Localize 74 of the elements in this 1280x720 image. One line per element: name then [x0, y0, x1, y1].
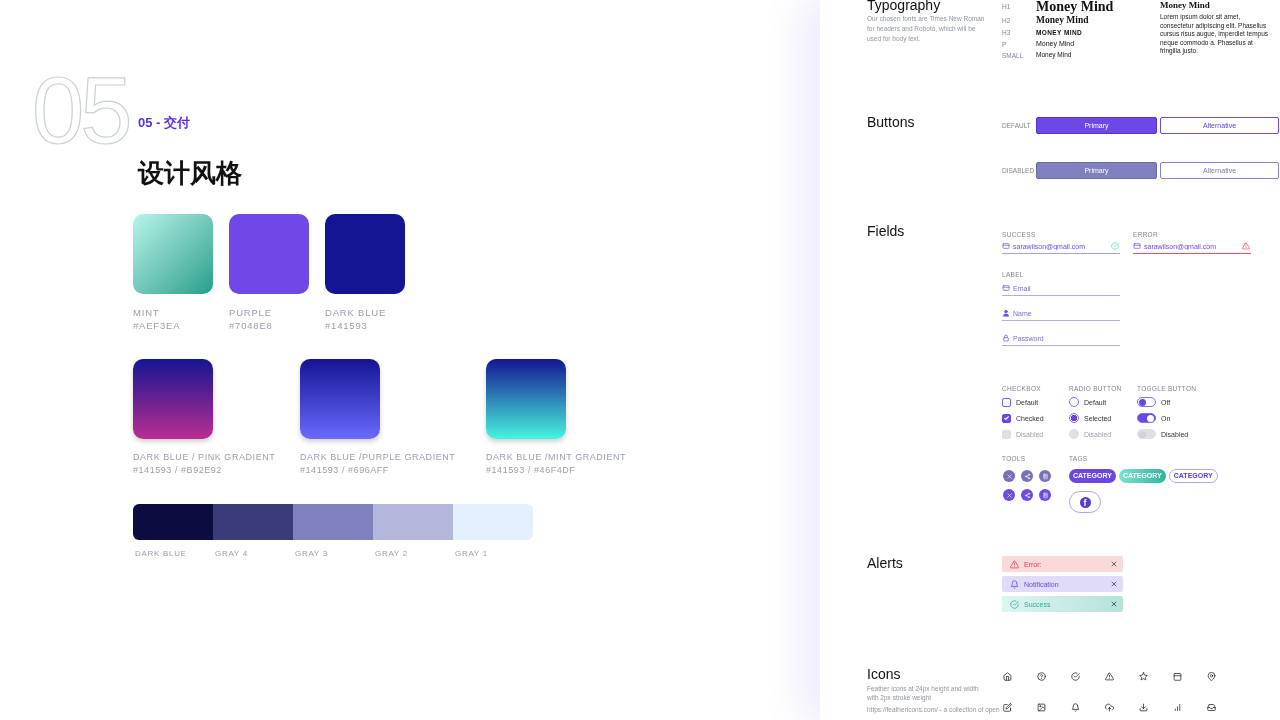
section-label: 05 - 交付 [138, 114, 190, 132]
color-name: DARK BLUE /MINT GRADIENT [486, 451, 627, 464]
section-title: Icons [867, 665, 901, 683]
help-icon [1037, 672, 1046, 681]
color-code: #141593 / #B92E92 [133, 464, 222, 477]
mail-icon [1002, 242, 1010, 250]
map-pin-icon [1207, 672, 1216, 681]
close-icon [1110, 560, 1118, 568]
section-title: Alerts [867, 554, 903, 572]
tool-button[interactable] [1021, 489, 1033, 501]
toggle-switch[interactable] [1137, 397, 1156, 407]
color-code: #141593 [325, 319, 368, 332]
check-circle-icon [1010, 599, 1019, 609]
color-code: #141593 / #696AFF [300, 464, 389, 477]
warning-icon [1242, 242, 1250, 250]
bookmark-icon [1041, 491, 1049, 499]
close-button[interactable] [1110, 560, 1118, 568]
tool-button[interactable] [1039, 489, 1051, 501]
check-circle-icon [1071, 672, 1080, 681]
color-name: GRAY 2 [375, 549, 408, 558]
checkbox[interactable] [1002, 413, 1011, 423]
close-button[interactable] [1110, 580, 1118, 588]
color-code: #141593 / #46F4DF [486, 464, 576, 477]
bookmark-icon [1041, 472, 1049, 480]
check-circle-icon [1111, 242, 1119, 250]
section-title: Buttons [867, 113, 915, 131]
close-icon [1110, 580, 1118, 588]
color-name: GRAY 1 [455, 549, 488, 558]
bell-icon [1071, 703, 1080, 712]
download-icon [1139, 703, 1148, 712]
checkbox[interactable] [1002, 397, 1011, 407]
close-button[interactable] [1110, 600, 1118, 608]
mail-icon [1133, 242, 1141, 250]
mail-icon [1002, 284, 1010, 292]
home-icon [1003, 672, 1012, 681]
color-name: GRAY 4 [215, 549, 248, 558]
warning-icon [1105, 672, 1114, 681]
upload-icon [1105, 703, 1114, 712]
image-icon [1037, 703, 1046, 712]
color-code: #AEF3EA [133, 319, 181, 332]
page-title: 设计风格 [138, 157, 242, 190]
color-name: DARK BLUE /PURPLE GRADIENT [300, 451, 456, 464]
cross-tools-icon [1005, 491, 1013, 499]
color-name: DARK BLUE [325, 306, 387, 319]
section-title: Fields [867, 222, 905, 240]
color-code: #7048E8 [229, 319, 273, 332]
color-name: PURPLE [229, 306, 272, 319]
toggle-switch[interactable] [1137, 413, 1156, 423]
section-title: Typography [867, 0, 941, 11]
color-name: MINT [133, 306, 160, 319]
close-icon [1110, 600, 1118, 608]
color-name: DARK BLUE [135, 549, 187, 558]
lock-icon [1002, 334, 1010, 342]
color-name: DARK BLUE / PINK GRADIENT [133, 451, 276, 464]
bell-icon [1010, 579, 1019, 589]
star-icon [1139, 672, 1148, 681]
user-icon [1002, 309, 1010, 317]
edit-icon [1003, 703, 1012, 712]
color-name: GRAY 3 [295, 549, 328, 558]
f-logo-icon: f [1079, 496, 1091, 508]
inbox-icon [1207, 703, 1216, 712]
radio-button[interactable] [1069, 397, 1079, 407]
warning-icon [1010, 559, 1019, 569]
type-sample: Money Mind [1036, 0, 1114, 13]
cross-tools-icon [1005, 472, 1013, 480]
radio-button[interactable] [1069, 413, 1079, 423]
social-button[interactable]: f [1069, 491, 1101, 513]
bar-chart-icon [1173, 703, 1182, 712]
share-icon [1023, 491, 1031, 499]
sample-heading: Money Mind [1160, 0, 1210, 10]
calendar-icon [1173, 672, 1182, 681]
share-icon [1023, 472, 1031, 480]
tool-button[interactable] [1003, 489, 1015, 501]
type-sample: Money Mind [1036, 14, 1089, 27]
